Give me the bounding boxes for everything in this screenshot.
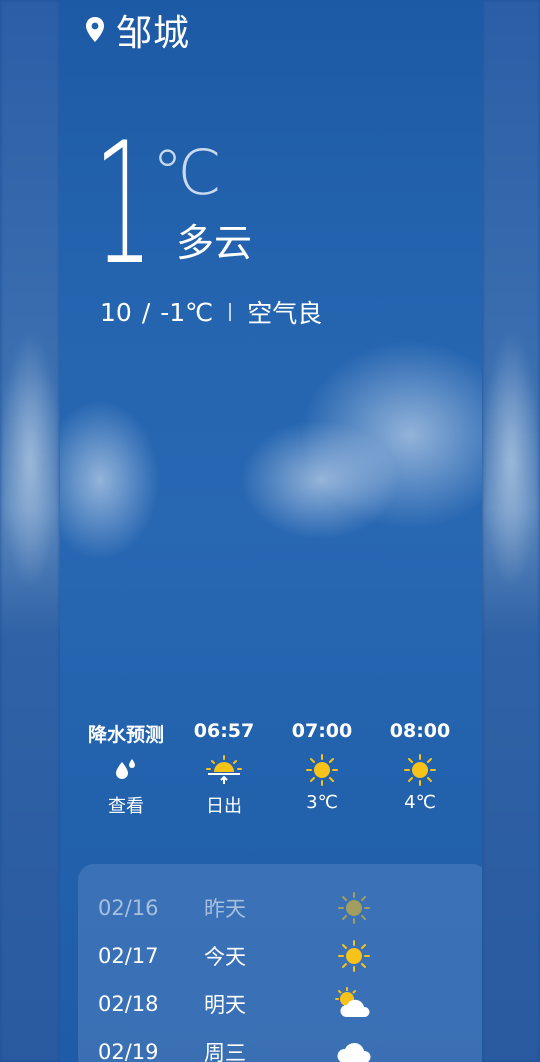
sun-icon: [334, 888, 374, 928]
hourly-value: 日出: [206, 796, 242, 817]
daily-row[interactable]: 02/19 周三: [98, 1028, 478, 1062]
precipitation-forecast[interactable]: 降水预测 查看: [78, 720, 174, 818]
daily-date: 02/16: [98, 896, 159, 920]
sun-icon: [305, 748, 339, 792]
cloud-icon: [334, 1032, 374, 1062]
hourly-item: 06:57 日出: [176, 720, 272, 818]
sun-icon: [334, 936, 374, 976]
daily-date: 02/19: [98, 1040, 159, 1062]
cloud-decoration: [60, 400, 160, 560]
hourly-time: 08:00: [389, 720, 451, 742]
daily-day: 今天: [204, 945, 246, 969]
daily-date: 02/17: [98, 944, 159, 968]
hourly-item: 08:00 4℃: [372, 720, 468, 818]
low-temperature: -1℃: [160, 297, 214, 327]
cloud-decoration: [240, 420, 400, 540]
hourly-forecast: 降水预测 查看 06:57 日出 07:00 3℃ 08:00 4℃: [78, 720, 468, 818]
backdrop-left: [0, 0, 60, 1062]
location-header[interactable]: 邹城: [84, 4, 190, 56]
temperature-range: 10 / -1℃ 空气良: [100, 294, 322, 330]
weather-screen: 邹城 1 ℃ 多云 10 / -1℃ 空气良 降水预测 查看 06:57 日出 …: [60, 0, 482, 1062]
daily-row[interactable]: 02/17 今天: [98, 932, 478, 980]
divider-bar: [229, 303, 232, 321]
daily-row[interactable]: 02/18 明天: [98, 980, 478, 1028]
weather-condition: 多云: [176, 221, 253, 265]
hourly-time: 降水预测: [87, 724, 164, 746]
hourly-time: 06:57: [193, 720, 255, 742]
range-divider: /: [141, 297, 151, 327]
city-name: 邹城: [116, 13, 191, 54]
location-pin-icon: [86, 17, 104, 42]
high-temperature: 10: [100, 297, 132, 327]
temperature-unit: ℃: [152, 136, 222, 209]
daily-day: 昨天: [204, 897, 246, 921]
daily-date: 02/18: [98, 992, 159, 1016]
daily-day: 周三: [204, 1041, 246, 1062]
backdrop-right: [482, 0, 540, 1062]
hourly-value: 3℃: [306, 792, 338, 813]
hourly-time: 07:00: [291, 720, 353, 742]
sunrise-icon: [205, 748, 243, 792]
partly-cloudy-icon: [334, 984, 374, 1024]
hourly-item: 07:00 3℃: [274, 720, 370, 818]
sun-icon: [403, 748, 437, 792]
rain-drops-icon: [112, 748, 140, 792]
hourly-value: 4℃: [404, 792, 436, 813]
air-quality[interactable]: 空气良: [247, 294, 322, 330]
daily-forecast-panel[interactable]: 02/16 昨天 02/17 今天 02/18 明天 02/19 周三: [78, 864, 482, 1062]
current-temperature: 1: [94, 106, 153, 302]
daily-row[interactable]: 02/16 昨天: [98, 884, 478, 932]
hourly-value: 查看: [108, 796, 144, 817]
daily-day: 明天: [204, 993, 246, 1017]
